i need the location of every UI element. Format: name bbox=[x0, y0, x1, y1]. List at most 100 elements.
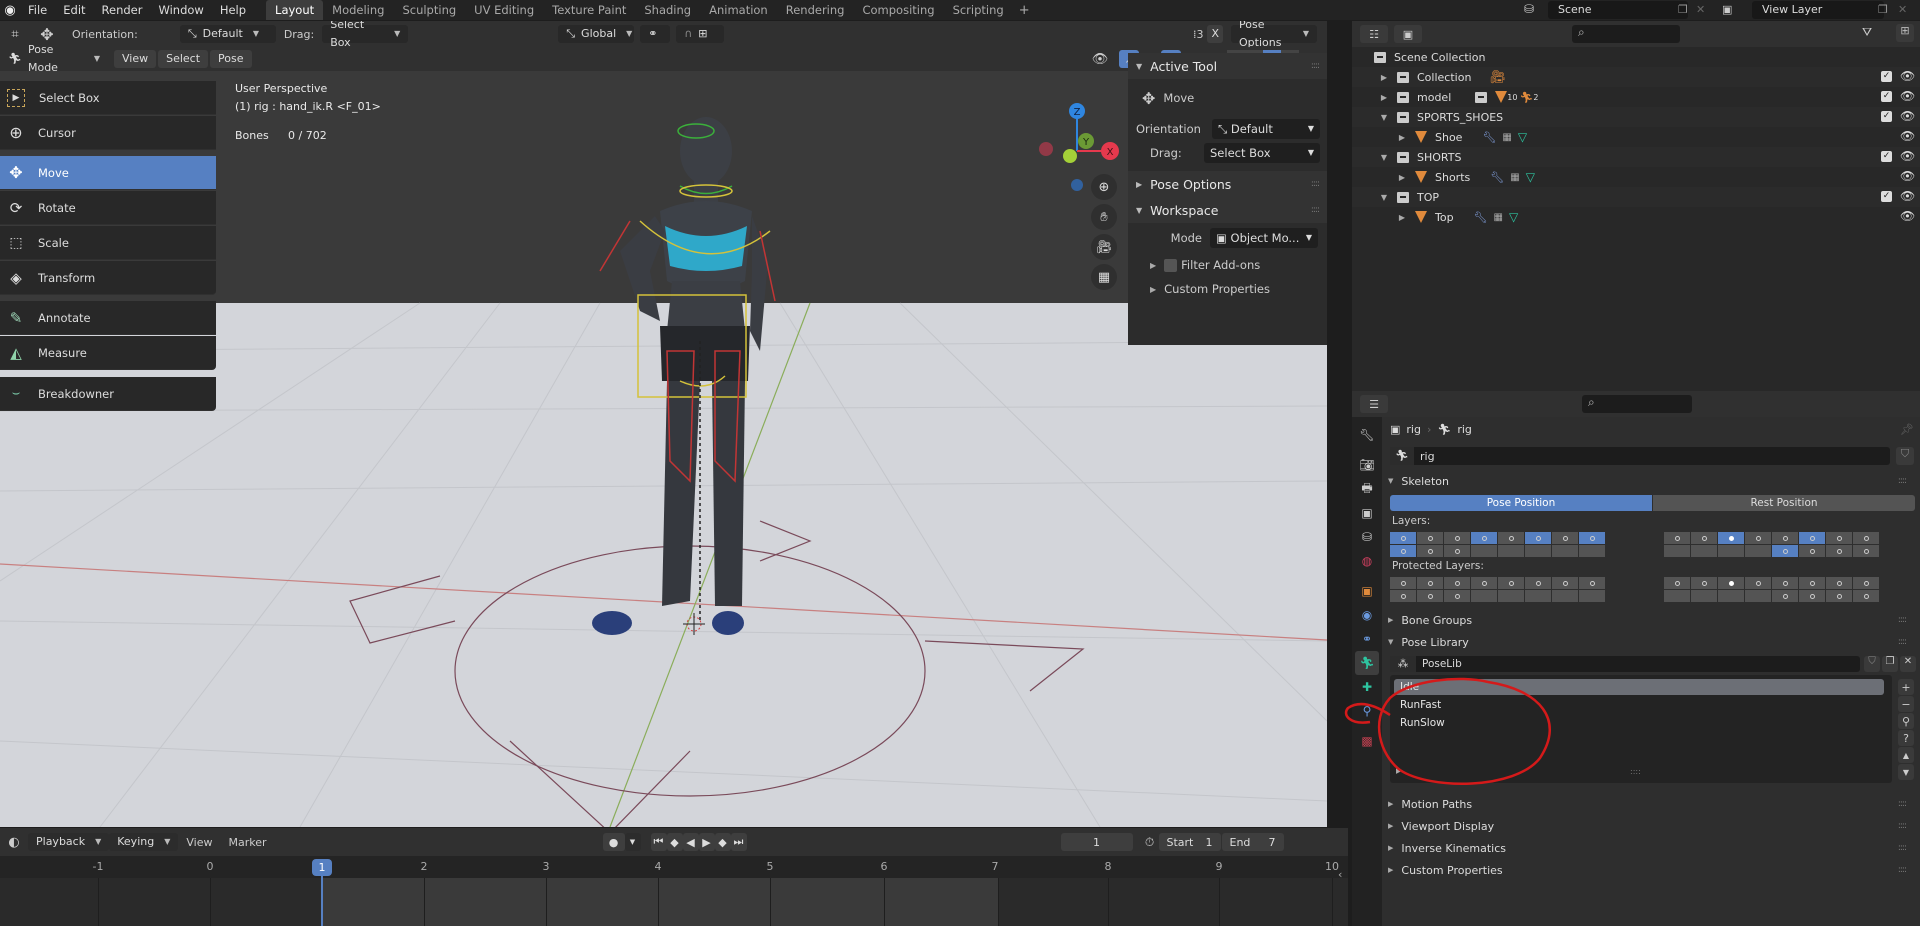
bone-layer-toggle[interactable] bbox=[1799, 532, 1825, 544]
menu-render[interactable]: Render bbox=[94, 0, 151, 20]
bone-layer-toggle[interactable] bbox=[1498, 590, 1524, 602]
scene-tab-icon[interactable]: ⛁ bbox=[1355, 525, 1379, 549]
drag-grip-icon[interactable]: :::: bbox=[1311, 205, 1320, 215]
current-frame-field[interactable]: 1 bbox=[1060, 833, 1133, 851]
new-view-layer-icon[interactable]: ❐ bbox=[1878, 3, 1888, 16]
playhead-frame-badge[interactable]: 1 bbox=[312, 859, 332, 876]
physics-tab-icon[interactable]: ◉ bbox=[1355, 603, 1379, 627]
timeline-editor-type-icon[interactable]: ◐ bbox=[0, 835, 28, 850]
poselib-unlink-icon[interactable]: ✕ bbox=[1900, 656, 1916, 672]
end-frame-field[interactable]: End 7 bbox=[1221, 833, 1284, 851]
list-filter-triangle-icon[interactable]: ▶ bbox=[1396, 767, 1401, 775]
bone-layer-toggle[interactable] bbox=[1772, 590, 1798, 602]
outliner-search-input[interactable]: ⌕ bbox=[1572, 25, 1680, 43]
tab-uv-editing[interactable]: UV Editing bbox=[465, 0, 543, 20]
add-pose-button[interactable]: + bbox=[1898, 679, 1914, 695]
bone-layer-toggle[interactable] bbox=[1799, 545, 1825, 557]
poselib-datablock-field[interactable]: ⁂ PoseLib bbox=[1390, 656, 1860, 672]
bone-groups-panel-header[interactable]: ▶ Bone Groups:::: bbox=[1382, 609, 1920, 631]
outliner-scene-collection[interactable]: Scene Collection bbox=[1352, 47, 1920, 67]
outliner-row-model[interactable]: ▶ model 10 🏃︎ 2 ✓ 👁︎ bbox=[1352, 87, 1920, 107]
sanitize-pose-icon[interactable]: ? bbox=[1898, 730, 1914, 746]
bone-layer-toggle[interactable] bbox=[1691, 545, 1717, 557]
bone-layer-toggle[interactable] bbox=[1444, 577, 1470, 589]
rest-position-button[interactable]: Rest Position bbox=[1653, 495, 1915, 511]
bone-layer-toggle[interactable] bbox=[1853, 577, 1879, 589]
bone-layer-toggle[interactable] bbox=[1664, 577, 1690, 589]
list-resize-grip-icon[interactable]: :::: bbox=[1630, 767, 1641, 776]
tab-compositing[interactable]: Compositing bbox=[853, 0, 943, 20]
render-tab-icon[interactable]: 📷︎ bbox=[1355, 453, 1379, 477]
pose-library-panel-header[interactable]: ▼ Pose Library:::: bbox=[1382, 631, 1920, 653]
new-scene-icon[interactable]: ❐ bbox=[1678, 3, 1688, 16]
play-icon[interactable]: ▶ bbox=[698, 833, 715, 851]
bone-layer-toggle[interactable] bbox=[1664, 532, 1690, 544]
bone-layer-toggle[interactable] bbox=[1471, 545, 1497, 557]
bone-layer-toggle[interactable] bbox=[1525, 590, 1551, 602]
bone-layer-toggle[interactable] bbox=[1853, 532, 1879, 544]
menu-edit[interactable]: Edit bbox=[55, 0, 93, 20]
bone-layer-toggle[interactable] bbox=[1772, 577, 1798, 589]
camera-view-icon[interactable]: 🎥︎ bbox=[1091, 234, 1117, 260]
tool-move[interactable]: ✥ Move bbox=[0, 156, 216, 190]
bone-layer-toggle[interactable] bbox=[1417, 590, 1443, 602]
bone-layer-toggle[interactable] bbox=[1579, 545, 1605, 557]
expanded-triangle-icon[interactable]: ▼ bbox=[1379, 153, 1389, 162]
pose-item-runslow[interactable]: RunSlow bbox=[1394, 715, 1884, 731]
bone-layer-toggle[interactable] bbox=[1772, 545, 1798, 557]
bone-layer-toggle[interactable] bbox=[1444, 590, 1470, 602]
move-pose-up-button[interactable]: ▲ bbox=[1898, 747, 1914, 763]
drag-grip-icon[interactable]: :::: bbox=[1898, 637, 1907, 647]
drag-grip-icon[interactable]: :::: bbox=[1898, 799, 1907, 809]
neg-y-axis-dot[interactable] bbox=[1063, 149, 1077, 163]
bone-constraints-tab-icon[interactable]: ⚲ bbox=[1355, 699, 1379, 723]
bone-layer-toggle[interactable] bbox=[1390, 590, 1416, 602]
bone-layer-toggle[interactable] bbox=[1444, 545, 1470, 557]
tab-shading[interactable]: Shading bbox=[635, 0, 700, 20]
outliner-row-top[interactable]: ▶ Top 🔧︎ ▦ ▽ 👁︎ bbox=[1352, 207, 1920, 227]
mode-dropdown[interactable]: 🏃︎ Pose Mode ▼ bbox=[0, 43, 108, 74]
playback-dropdown[interactable]: Playback ▼ bbox=[28, 833, 110, 851]
character-figure[interactable] bbox=[592, 117, 776, 635]
tab-texture-paint[interactable]: Texture Paint bbox=[543, 0, 635, 20]
menu-help[interactable]: Help bbox=[212, 0, 254, 20]
apply-pose-icon[interactable]: ⚲ bbox=[1898, 713, 1914, 729]
properties-editor-type-icon[interactable]: ☰ bbox=[1360, 395, 1388, 413]
drag-dropdown[interactable]: Select Box ▼ bbox=[1204, 143, 1320, 163]
object-tab-icon[interactable]: ▣ bbox=[1355, 579, 1379, 603]
tab-scripting[interactable]: Scripting bbox=[944, 0, 1013, 20]
next-keyframe-icon[interactable]: ◆ bbox=[714, 833, 731, 851]
output-tab-icon[interactable]: 🖶 bbox=[1355, 477, 1379, 501]
menu-marker[interactable]: Marker bbox=[228, 836, 266, 849]
filter-icon[interactable]: ⛛ bbox=[1862, 25, 1872, 40]
pose-item-runfast[interactable]: RunFast bbox=[1394, 697, 1884, 713]
exclude-checkbox[interactable]: ✓ bbox=[1881, 111, 1892, 122]
bone-layer-toggle[interactable] bbox=[1718, 590, 1744, 602]
bone-layer-toggle[interactable] bbox=[1691, 590, 1717, 602]
eye-icon[interactable]: 👁︎ bbox=[1900, 69, 1915, 83]
remove-pose-button[interactable]: − bbox=[1898, 696, 1914, 712]
neg-z-axis-dot[interactable] bbox=[1071, 179, 1083, 191]
bone-layer-toggle[interactable] bbox=[1799, 577, 1825, 589]
drag-grip-icon[interactable]: :::: bbox=[1898, 821, 1907, 831]
tool-rotate[interactable]: ⟳ Rotate bbox=[0, 191, 216, 225]
menu-timeline-view[interactable]: View bbox=[186, 836, 212, 849]
bone-layer-toggle[interactable] bbox=[1799, 590, 1825, 602]
bone-layer-toggle[interactable] bbox=[1718, 577, 1744, 589]
bone-layer-toggle[interactable] bbox=[1390, 545, 1416, 557]
expand-triangle-icon[interactable]: ▶ bbox=[1397, 213, 1407, 222]
play-reverse-icon[interactable]: ◀ bbox=[682, 833, 699, 851]
neg-x-axis-dot[interactable] bbox=[1039, 142, 1053, 156]
skeleton-panel-header[interactable]: ▼ Skeleton:::: bbox=[1382, 470, 1920, 492]
tool-measure[interactable]: ◭ Measure bbox=[0, 336, 216, 370]
bone-layer-toggle[interactable] bbox=[1772, 532, 1798, 544]
bone-layer-toggle[interactable] bbox=[1471, 590, 1497, 602]
poselib-browse-icon[interactable]: ⁂ bbox=[1390, 656, 1416, 672]
poselib-duplicate-icon[interactable]: ❐ bbox=[1882, 656, 1898, 672]
viewport-display-panel-header[interactable]: ▶ Viewport Display:::: bbox=[1382, 815, 1920, 837]
drag-grip-icon[interactable]: :::: bbox=[1311, 179, 1320, 189]
bone-layer-toggle[interactable] bbox=[1417, 545, 1443, 557]
expand-triangle-icon[interactable]: ▶ bbox=[1379, 73, 1389, 82]
display-mode-icon[interactable]: ▣ bbox=[1394, 25, 1422, 43]
bone-layer-toggle[interactable] bbox=[1498, 545, 1524, 557]
